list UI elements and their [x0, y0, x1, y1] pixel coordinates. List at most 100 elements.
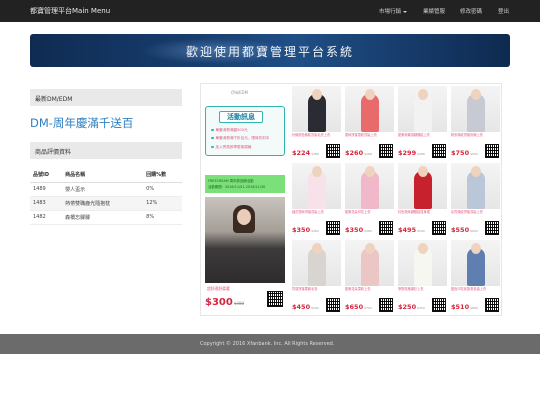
model-head	[418, 89, 428, 100]
top-navbar: 都寶管理平台Main Menu 市場行銷 業績管服 修改密碼 登出	[0, 0, 540, 22]
welcome-banner: 歡迎使用都寶管理平台系統	[30, 34, 510, 67]
promo-title-link[interactable]: DM-周年慶滿千送百	[30, 115, 133, 131]
featured-price: $300$388	[205, 297, 245, 308]
model-head	[312, 89, 322, 100]
cell-rebuy: 8%	[143, 210, 182, 225]
activity-line: 單筆消費滿額300元	[211, 128, 248, 133]
product-card: 甜美花朵印花上衣 $350$480	[344, 162, 395, 236]
flyer-logo: 伊甸EDM	[231, 90, 249, 95]
product-photo	[345, 240, 394, 286]
model-head	[471, 89, 481, 100]
copyright-text: Copyright © 2016 Xfanbank. Inc. All Righ…	[200, 341, 335, 347]
product-photo	[451, 163, 500, 209]
event-banner: FREECREAM 周年慶回饋活動 活動期間：2016/11/01-2016/1…	[205, 175, 285, 193]
activity-title: 活動訊息	[219, 111, 263, 123]
activity-line: 加入會員即享優惠價格	[211, 145, 251, 150]
nav-marketing-label: 市場行銷	[379, 9, 402, 15]
flyer-left-column: 伊甸EDM 活動訊息 單筆消費滿額300元 單筆消費滿千折百元，限時折扣中 加入…	[201, 84, 289, 315]
chevron-down-icon	[403, 10, 408, 13]
dm-flyer-image[interactable]: 伊甸EDM 活動訊息 單筆消費滿額300元 單筆消費滿千折百元，限時折扣中 加入…	[200, 83, 502, 316]
col-rebuy: 回購%數	[143, 168, 182, 183]
nav-change-password[interactable]: 修改密碼	[460, 7, 482, 15]
event-line: FREECREAM 周年慶回饋活動	[208, 179, 254, 183]
featured-model-photo	[205, 197, 285, 283]
ranking-heading: 商品評價資料	[30, 142, 182, 159]
table-row: 1483 熱帶雙職鹿光隨抱枕 12%	[30, 196, 182, 211]
product-photo	[451, 240, 500, 286]
model-face	[237, 209, 251, 225]
cell-rebuy: 0%	[143, 182, 182, 197]
bullet-icon	[211, 128, 214, 132]
nav-marketing-dropdown[interactable]: 市場行銷	[379, 7, 408, 15]
qr-code-icon	[432, 298, 446, 312]
latest-dm-heading: 最新DM/EDM	[30, 89, 182, 106]
product-price: $650$790	[345, 303, 372, 311]
cell-name: 森橋忘腳腳	[62, 210, 144, 225]
product-card: 質感拼接柔軟毛衣 $450$590	[291, 239, 342, 313]
bullet-icon	[211, 145, 214, 149]
qr-code-icon	[432, 221, 446, 235]
bullet-icon	[211, 136, 214, 140]
qr-code-icon	[326, 221, 340, 235]
activity-line: 單筆消費滿千折百元，限時折扣中	[211, 136, 269, 141]
qr-code-icon	[432, 144, 446, 158]
nav-logout[interactable]: 登出	[498, 7, 509, 15]
product-card: 繡花蕾絲拼接寬鬆上衣 $350$480	[291, 162, 342, 236]
product-photo	[292, 240, 341, 286]
product-photo	[345, 163, 394, 209]
product-price: $299$388	[398, 149, 425, 157]
product-card: 甜美荷葉領蝴蝶結上衣 $299$388	[397, 85, 448, 159]
qr-code-icon	[485, 144, 499, 158]
product-price: $550$690	[451, 226, 478, 234]
product-price: $350$480	[345, 226, 372, 234]
product-price: $510$680	[451, 303, 478, 311]
product-card: 韓系條紋拼接針織上衣 $750$999	[450, 85, 501, 159]
footer: Copyright © 2016 Xfanbank. Inc. All Righ…	[0, 334, 540, 354]
brand-link[interactable]: 都寶管理平台Main Menu	[30, 6, 110, 16]
product-price: $750$999	[451, 149, 478, 157]
product-photo	[398, 86, 447, 132]
product-photo	[292, 163, 341, 209]
product-photo	[398, 163, 447, 209]
qr-code-icon	[379, 144, 393, 158]
product-price: $250$350	[398, 303, 425, 311]
product-card: 蕾絲拼接雪紡寬鬆上衣 $260$388	[344, 85, 395, 159]
col-id: 品號ID	[30, 168, 63, 183]
model-head	[418, 166, 428, 177]
model-head	[471, 243, 481, 254]
product-photo	[398, 240, 447, 286]
table-row: 1489 嬰人盃示 0%	[30, 182, 182, 197]
qr-code-icon	[485, 221, 499, 235]
product-photo	[292, 86, 341, 132]
model-head	[471, 166, 481, 177]
qr-code-icon	[485, 298, 499, 312]
model-head	[312, 166, 322, 177]
table-header-row: 品號ID 商品名稱 回購%數	[30, 168, 182, 183]
cell-name: 熱帶雙職鹿光隨抱枕	[62, 196, 144, 211]
banner-title: 歡迎使用都寶管理平台系統	[185, 45, 354, 59]
product-photo	[345, 86, 394, 132]
table-row: 1482 森橋忘腳腳 8%	[30, 210, 182, 225]
ranking-table: 品號ID 商品名稱 回購%數 1489 嬰人盃示 0% 1483 熱帶雙職鹿光隨…	[30, 168, 182, 225]
col-name: 商品名稱	[62, 168, 144, 183]
product-price: $260$388	[345, 149, 372, 157]
qr-code-icon	[379, 298, 393, 312]
featured-caption: 超舒適舒柔暖	[207, 286, 230, 291]
model-head	[365, 89, 375, 100]
model-head	[418, 243, 428, 254]
model-head	[365, 166, 375, 177]
cell-id: 1483	[30, 196, 63, 211]
cell-name: 嬰人盃示	[62, 182, 144, 197]
product-price: $350$480	[292, 226, 319, 234]
product-price: $495$590	[398, 226, 425, 234]
nav-performance[interactable]: 業績管服	[423, 7, 445, 15]
model-head	[312, 243, 322, 254]
product-price: $224$388	[292, 149, 319, 157]
product-card: 學院風格襯衫上衣 $250$350	[397, 239, 448, 313]
model-head	[365, 243, 375, 254]
product-card: 紅色蕾絲蝴蝶結連身裙 $495$590	[397, 162, 448, 236]
cell-id: 1482	[30, 210, 63, 225]
product-card: 氣質條紋拼接寬鬆上衣 $550$690	[450, 162, 501, 236]
product-card: 藍色印花民族風長袖上衣 $510$680	[450, 239, 501, 313]
product-price: $450$590	[292, 303, 319, 311]
